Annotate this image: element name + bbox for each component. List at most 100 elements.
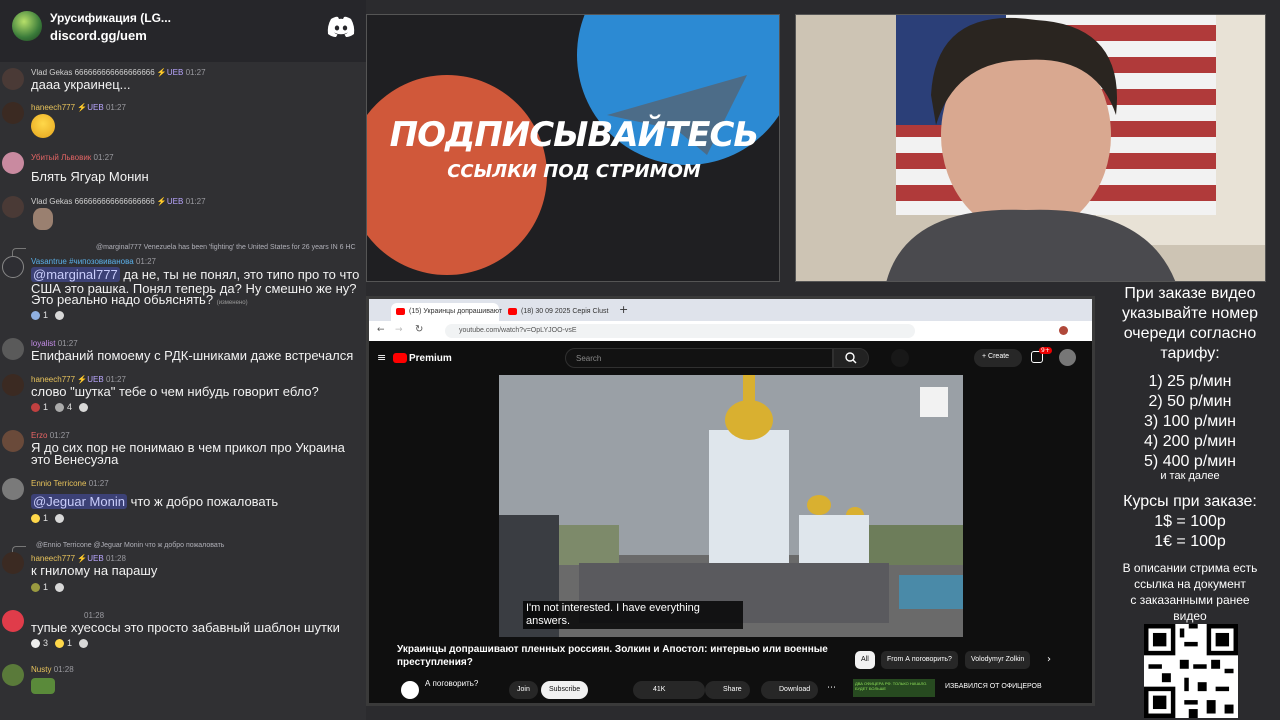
reaction[interactable]: 1 (31, 310, 48, 320)
create-button[interactable]: + Create (974, 349, 1022, 367)
video-frame (499, 375, 963, 637)
account-avatar[interactable] (1059, 349, 1076, 366)
username[interactable]: haneech777 (31, 554, 75, 563)
tab-title: (18) 30 09 2025 Серія Clust (521, 308, 609, 315)
join-button[interactable]: Join (509, 681, 538, 699)
message-text: дааа украинец... (31, 77, 131, 92)
search-input[interactable]: Search (565, 348, 833, 368)
message-author-line: loyalist 01:27 (31, 339, 78, 348)
username[interactable]: Vasantrue #чипозовиванова (31, 257, 134, 266)
tab-bar: (15) Украинцы допрашивают (18) 30 09 202… (369, 299, 1092, 321)
reply-preview[interactable]: @Ennio Terricone @Jeguar Monin что ж доб… (36, 542, 224, 549)
add-reaction-icon[interactable] (55, 513, 65, 523)
add-reaction-icon[interactable] (55, 310, 65, 320)
user-mention[interactable]: @marginal777 (31, 267, 120, 282)
reply-connector (12, 248, 26, 256)
username[interactable]: haneech777 (31, 103, 75, 112)
add-reaction-icon[interactable] (55, 582, 65, 592)
username[interactable]: haneech777 (31, 375, 75, 384)
user-mention[interactable]: @Jeguar Monin (31, 494, 127, 509)
chip-all[interactable]: All (855, 651, 875, 669)
username[interactable]: Vlad Gekas 666666666666666666 (31, 197, 155, 206)
message-author-line: Nusty 01:28 (31, 665, 74, 674)
microphone-icon[interactable] (891, 349, 909, 367)
message-author-line: Vasantrue #чипозовиванова 01:27 (31, 257, 156, 266)
reload-icon[interactable]: ↻ (415, 324, 423, 335)
description-note: В описании стрима есть ссылка на докумен… (1100, 560, 1280, 624)
caption-line-1: I'm not interested. I have everything (526, 602, 700, 614)
add-reaction-icon[interactable] (79, 402, 89, 412)
reaction[interactable]: 1 (31, 513, 48, 523)
caption-line-2: answers. (526, 615, 571, 627)
forward-icon[interactable]: → (395, 325, 403, 335)
reactions: 1 (31, 310, 65, 320)
username[interactable]: Vlad Gekas 666666666666666666 (31, 68, 155, 77)
back-icon[interactable]: ← (377, 325, 385, 335)
share-label: Share (723, 686, 742, 693)
reaction[interactable]: 4 (55, 402, 72, 412)
exchange-rate: 1€ = 100р (1154, 533, 1226, 550)
youtube-premium-logo[interactable]: Premium (409, 353, 452, 364)
rate-item: 3) 100 р/мин (1144, 413, 1236, 430)
chips-next-icon[interactable]: › (1047, 654, 1051, 665)
tab-title: (15) Украинцы допрашивают (409, 308, 503, 315)
timestamp: 01:27 (185, 68, 206, 77)
timestamp: 01:27 (88, 479, 109, 488)
rate-item: 2) 50 р/мин (1148, 393, 1232, 410)
timestamp: 01:28 (84, 611, 105, 620)
timestamp: 01:27 (49, 431, 70, 440)
edited-label: (изменено) (216, 300, 248, 306)
reaction[interactable]: 1 (31, 402, 48, 412)
video-player[interactable]: I'm not interested. I have everything an… (499, 375, 963, 637)
message-author-line: Ennio Terricone 01:27 (31, 479, 109, 488)
subscribe-button[interactable]: Subscribe (541, 681, 589, 699)
reaction-count: 1 (67, 638, 73, 648)
reaction-count: 1 (43, 310, 49, 320)
server-icon (12, 11, 42, 41)
hamburger-menu-icon[interactable]: ≡ (377, 351, 386, 364)
related-video-thumbnail[interactable]: ДВА ОФИЦЕРА РФ. ТОЛЬКО НАЧАЛО. БУДЕТ БОЛ… (853, 679, 935, 697)
chip-volodymyr[interactable]: Volodymyr Zolkin (965, 651, 1031, 669)
chip-channel[interactable]: From А поговорить? (881, 651, 958, 669)
sticker-icon (31, 678, 55, 694)
username[interactable]: Убитый Львовик (31, 153, 91, 162)
profile-icon[interactable] (1059, 326, 1068, 335)
share-button[interactable]: Share (707, 681, 750, 699)
rate-list: 1) 25 р/мин 2) 50 р/мин 3) 100 р/мин 4) … (1100, 372, 1280, 472)
crying-laughing-emoji-icon (31, 114, 55, 138)
channel-name[interactable]: А поговорить? (425, 679, 478, 688)
related-video-title[interactable]: ИЗБАВИЛСЯ ОТ ОФИЦЕРОВ (945, 683, 1042, 690)
discord-default-avatar (2, 610, 24, 632)
role-badge: ⚡UEB (77, 375, 104, 384)
description-line: с заказанными ранее (1130, 593, 1250, 607)
tab-active[interactable]: (15) Украинцы допрашивают (391, 303, 503, 321)
channel-avatar[interactable] (401, 681, 419, 699)
reply-preview[interactable]: @marginal777 Venezuela has been 'fightin… (96, 244, 356, 251)
chat-message: Vlad Gekas 666666666666666666 ⚡UEB 01:27… (0, 66, 366, 96)
username[interactable]: Erzo (31, 431, 47, 440)
server-name: Урусификация (LG... (50, 11, 171, 25)
search-button[interactable] (833, 348, 869, 368)
add-reaction-icon[interactable] (79, 638, 89, 648)
like-button[interactable]: 41K (633, 681, 705, 699)
chat-message: Nusty 01:28 (0, 664, 366, 704)
reaction[interactable]: 1 (55, 638, 72, 648)
avatar (2, 152, 24, 174)
exchange-rates: Курсы при заказе: 1$ = 100р 1€ = 100р (1100, 492, 1280, 552)
stream-layout: Урусификация (LG... discord.gg/uem Vlad … (0, 0, 1280, 720)
youtube-logo-icon[interactable] (393, 353, 407, 363)
reaction[interactable]: 1 (31, 582, 48, 592)
promo-banner: ПОДПИСЫВАЙТЕСЬ ССЫЛКИ ПОД СТРИМОМ (366, 14, 780, 282)
username[interactable]: Ennio Terricone (31, 479, 86, 488)
new-tab-icon[interactable]: + (619, 303, 628, 316)
reaction[interactable]: 3 (31, 638, 48, 648)
tab-second[interactable]: (18) 30 09 2025 Серія Clust (503, 303, 611, 321)
server-invite: discord.gg/uem (50, 28, 147, 43)
username[interactable]: Nusty (31, 665, 51, 674)
url-field[interactable]: youtube.com/watch?v=OpLYJOO-vsE (445, 324, 915, 338)
timestamp: 01:28 (105, 554, 126, 563)
download-button[interactable]: Download (761, 681, 819, 699)
more-actions-icon[interactable]: ⋯ (827, 683, 836, 693)
role-badge: ⚡UEB (156, 68, 184, 77)
username[interactable]: loyalist (31, 339, 55, 348)
